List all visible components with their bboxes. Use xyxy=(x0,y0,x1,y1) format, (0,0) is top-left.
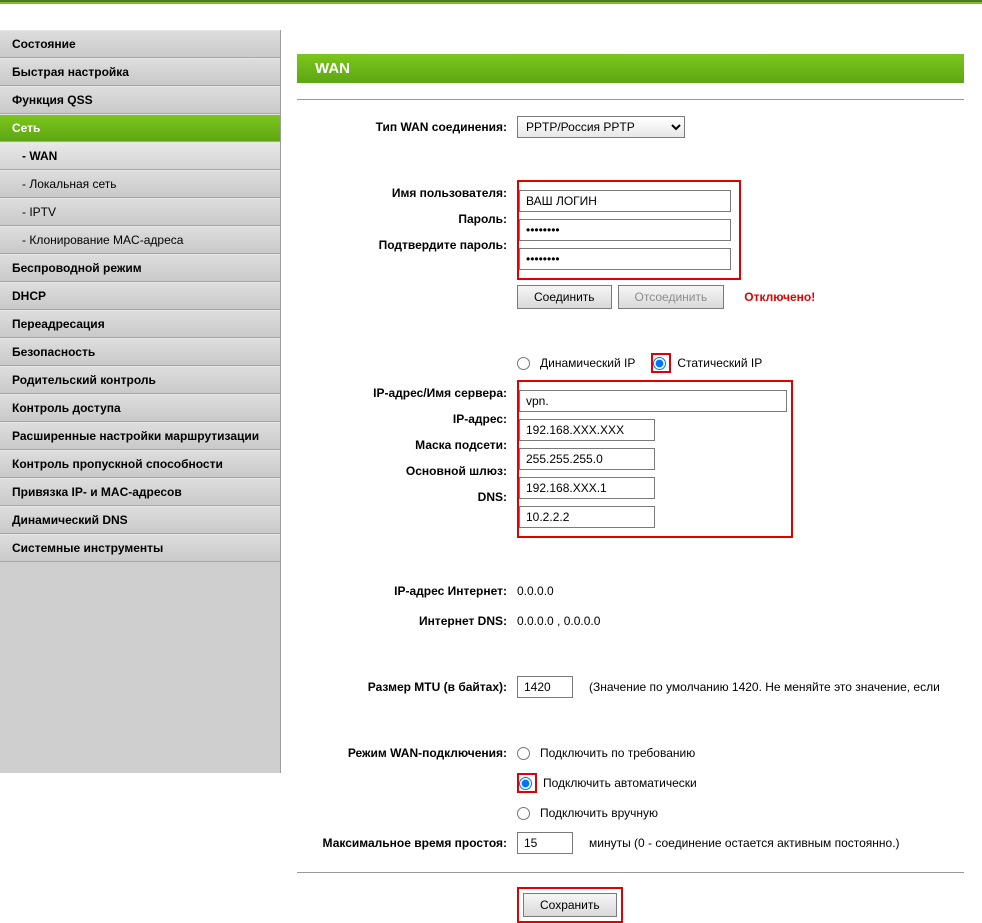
label-inet-dns: Интернет DNS: xyxy=(297,614,517,628)
static-ip-highlight-box xyxy=(517,380,793,538)
mask-input[interactable] xyxy=(519,448,655,470)
credentials-highlight-box xyxy=(517,180,741,280)
label-mask: Маска подсети: xyxy=(297,438,517,452)
sidebar-item-lan[interactable]: - Локальная сеть xyxy=(0,170,280,198)
disconnect-button[interactable]: Отсоединить xyxy=(618,285,725,309)
wan-type-select[interactable]: PPTP/Россия PPTP xyxy=(517,116,685,138)
label-mtu: Размер MTU (в байтах): xyxy=(297,680,517,694)
label-wan-type: Тип WAN соединения: xyxy=(297,120,517,134)
sidebar-item-dhcp[interactable]: DHCP xyxy=(0,282,280,310)
max-idle-input[interactable] xyxy=(517,832,573,854)
label-max-idle: Максимальное время простоя: xyxy=(297,836,517,850)
sidebar-item-bandwidth[interactable]: Контроль пропускной способности xyxy=(0,450,280,478)
sidebar-item-wan[interactable]: - WAN xyxy=(0,142,280,170)
radio-static-ip[interactable] xyxy=(653,357,666,370)
label-ip: IP-адрес: xyxy=(297,412,517,426)
radio-dynamic-ip-label: Динамический IP xyxy=(540,356,635,370)
radio-auto[interactable] xyxy=(519,777,532,790)
label-password: Пароль: xyxy=(297,212,517,226)
header-gap xyxy=(0,4,982,30)
value-inet-ip: 0.0.0.0 xyxy=(517,584,554,598)
password-input[interactable] xyxy=(519,219,731,241)
label-gateway: Основной шлюз: xyxy=(297,464,517,478)
sidebar-item-parental[interactable]: Родительский контроль xyxy=(0,366,280,394)
sidebar-item-routing[interactable]: Расширенные настройки маршрутизации xyxy=(0,422,280,450)
radio-manual-label: Подключить вручную xyxy=(540,806,658,820)
radio-on-demand[interactable] xyxy=(517,747,530,760)
page-title: WAN xyxy=(297,54,964,83)
sidebar-item-qss[interactable]: Функция QSS xyxy=(0,86,280,114)
radio-static-ip-label: Статический IP xyxy=(677,356,762,370)
divider xyxy=(297,99,964,100)
radio-manual[interactable] xyxy=(517,807,530,820)
server-input[interactable] xyxy=(519,390,787,412)
label-inet-ip: IP-адрес Интернет: xyxy=(297,584,517,598)
label-server: IP-адрес/Имя сервера: xyxy=(297,386,517,400)
save-button[interactable]: Сохранить xyxy=(523,893,617,917)
radio-auto-label: Подключить автоматически xyxy=(543,776,697,790)
sidebar-item-ipmac[interactable]: Привязка IP- и MAC-адресов xyxy=(0,478,280,506)
radio-on-demand-label: Подключить по требованию xyxy=(540,746,695,760)
sidebar-item-network[interactable]: Сеть xyxy=(0,114,280,142)
sidebar-item-forwarding[interactable]: Переадресация xyxy=(0,310,280,338)
label-username: Имя пользователя: xyxy=(297,186,517,200)
radio-dynamic-ip[interactable] xyxy=(517,357,530,370)
sidebar-item-security[interactable]: Безопасность xyxy=(0,338,280,366)
sidebar: Состояние Быстрая настройка Функция QSS … xyxy=(0,30,281,773)
sidebar-item-access[interactable]: Контроль доступа xyxy=(0,394,280,422)
value-inet-dns: 0.0.0.0 , 0.0.0.0 xyxy=(517,614,600,628)
sidebar-item-mac-clone[interactable]: - Клонирование MAC-адреса xyxy=(0,226,280,254)
bottom-divider xyxy=(297,872,964,873)
sidebar-item-quicksetup[interactable]: Быстрая настройка xyxy=(0,58,280,86)
mtu-hint: (Значение по умолчанию 1420. Не меняйте … xyxy=(589,680,940,694)
gateway-input[interactable] xyxy=(519,477,655,499)
idle-hint: минуты (0 - соединение остается активным… xyxy=(589,836,900,850)
label-dns: DNS: xyxy=(297,490,517,504)
sidebar-item-systools[interactable]: Системные инструменты xyxy=(0,534,280,562)
sidebar-item-wireless[interactable]: Беспроводной режим xyxy=(0,254,280,282)
sidebar-item-status[interactable]: Состояние xyxy=(0,30,280,58)
connection-status: Отключено! xyxy=(744,290,815,304)
connect-button[interactable]: Соединить xyxy=(517,285,612,309)
ip-input[interactable] xyxy=(519,419,655,441)
save-highlight-box: Сохранить xyxy=(517,887,623,923)
sidebar-item-ddns[interactable]: Динамический DNS xyxy=(0,506,280,534)
label-confirm-pw: Подтвердите пароль: xyxy=(297,238,517,252)
radio-static-highlight xyxy=(651,353,671,373)
confirm-password-input[interactable] xyxy=(519,248,731,270)
mtu-input[interactable] xyxy=(517,676,573,698)
username-input[interactable] xyxy=(519,190,731,212)
label-wan-mode: Режим WAN-подключения: xyxy=(297,746,517,760)
main-content: WAN Тип WAN соединения: PPTP/Россия PPTP… xyxy=(281,30,982,773)
sidebar-item-iptv[interactable]: - IPTV xyxy=(0,198,280,226)
radio-auto-highlight xyxy=(517,773,537,793)
dns-input[interactable] xyxy=(519,506,655,528)
